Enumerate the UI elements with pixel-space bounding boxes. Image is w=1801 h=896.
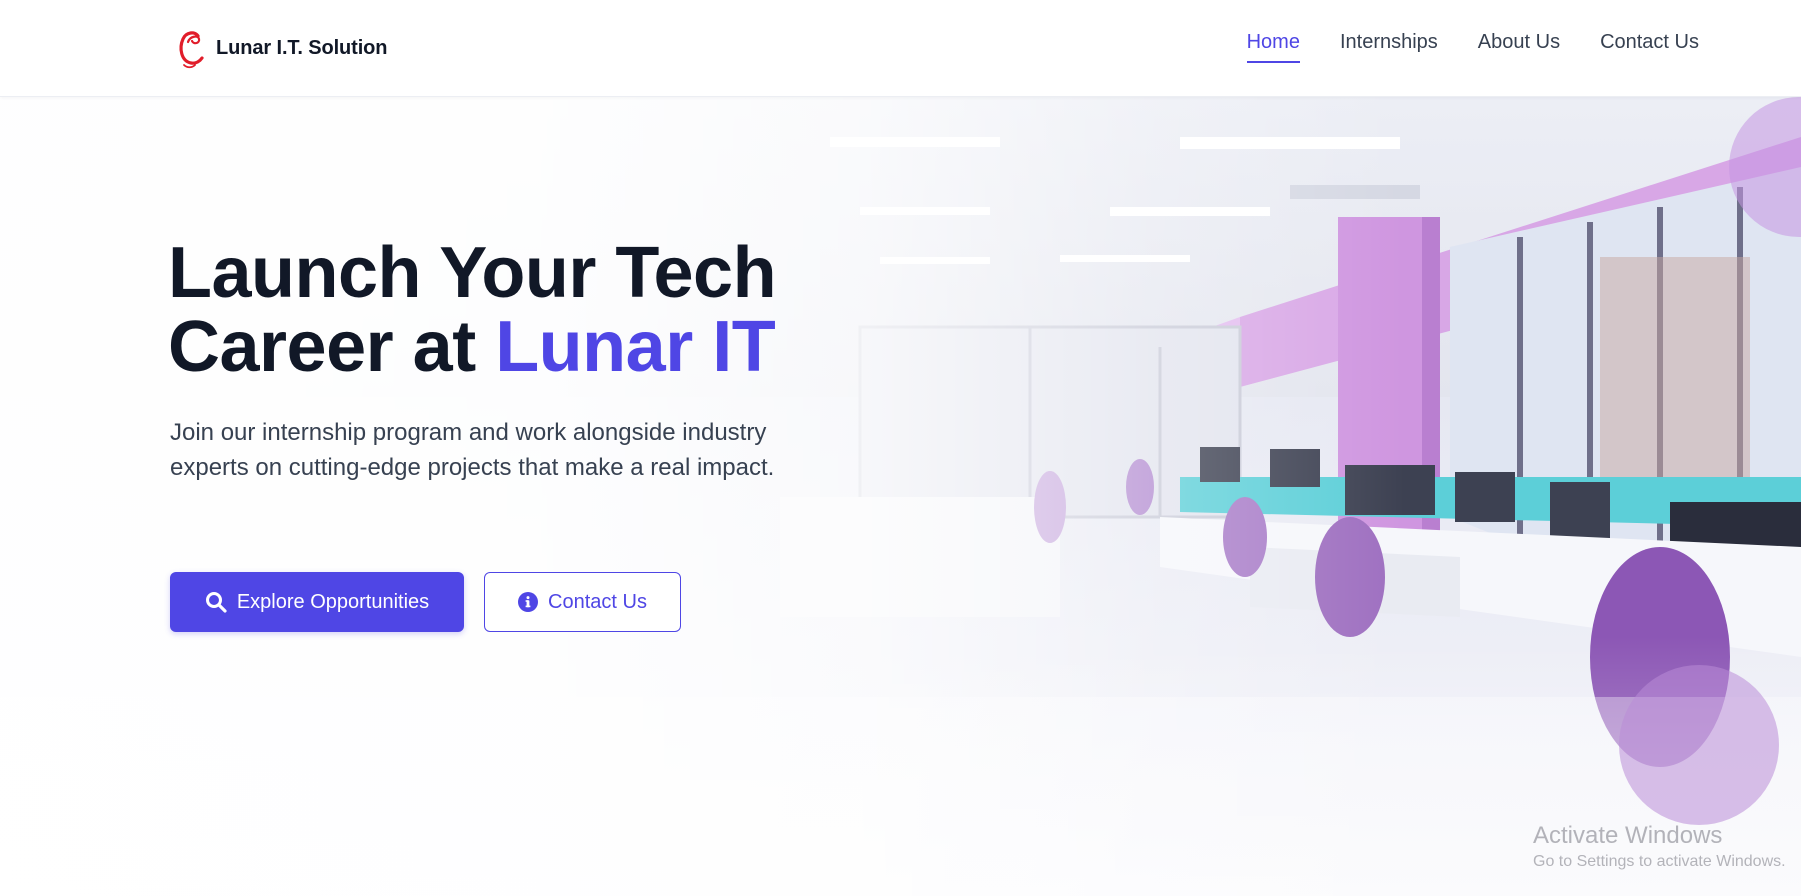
hero-overlay-bottom: [0, 636, 1801, 896]
hero-title-accent: Lunar IT: [495, 307, 776, 387]
watermark-subtitle: Go to Settings to activate Windows.: [1533, 853, 1786, 870]
hero-title: Launch Your Tech Career at Lunar IT: [168, 236, 888, 384]
hero-title-line2: Career at: [168, 307, 496, 387]
hero-title-line1: Launch Your Tech: [168, 233, 777, 313]
nav-contact-us[interactable]: Contact Us: [1600, 30, 1699, 63]
watermark-title: Activate Windows: [1533, 822, 1723, 849]
site-header: Lunar I.T. Solution Home Internships Abo…: [0, 0, 1801, 97]
search-icon: [205, 592, 227, 613]
explore-opportunities-button[interactable]: Explore Opportunities: [170, 572, 464, 632]
brand[interactable]: Lunar I.T. Solution: [174, 27, 388, 69]
windows-activation-watermark: Activate Windows Go to Settings to activ…: [1533, 821, 1786, 872]
nav-internships[interactable]: Internships: [1340, 30, 1438, 63]
brand-name: Lunar I.T. Solution: [216, 36, 388, 59]
nav-home[interactable]: Home: [1246, 30, 1300, 63]
hero-subtitle: Join our internship program and work alo…: [170, 419, 775, 481]
contact-us-button[interactable]: Contact Us: [484, 572, 681, 632]
decorative-circle: [1619, 665, 1779, 825]
hero-content: Launch Your Tech Career at Lunar IT Join…: [168, 236, 888, 485]
explore-opportunities-label: Explore Opportunities: [236, 590, 430, 613]
main-nav: Home Internships About Us Contact Us: [1207, 30, 1699, 63]
info-circle-icon: [518, 592, 539, 612]
brand-logo-icon: [179, 31, 204, 69]
hero-actions: Explore Opportunities Contact Us: [170, 572, 681, 632]
hero-section: Launch Your Tech Career at Lunar IT Join…: [0, 97, 1801, 896]
contact-us-label: Contact Us: [548, 590, 647, 613]
nav-about-us[interactable]: About Us: [1478, 30, 1560, 63]
